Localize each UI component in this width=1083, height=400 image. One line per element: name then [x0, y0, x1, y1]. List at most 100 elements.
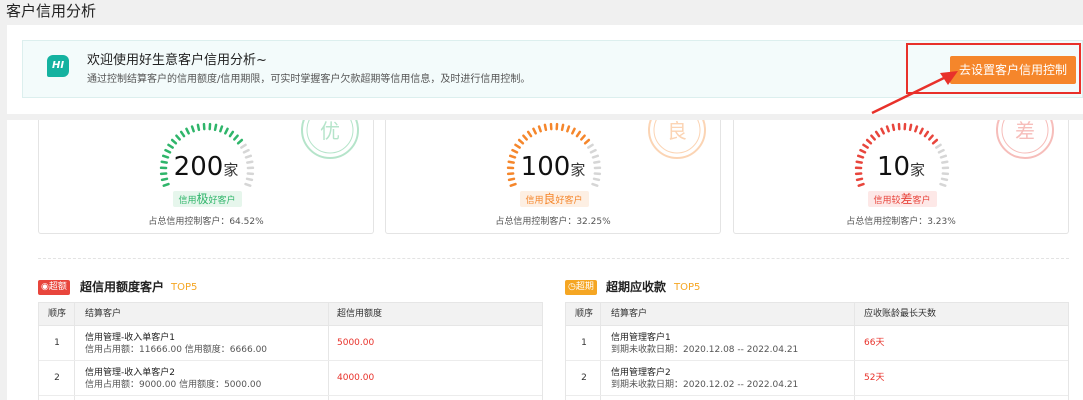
stat-count-number: 100	[520, 152, 571, 182]
gauge-tick	[935, 143, 942, 149]
over-limit-badge: ◉超额	[38, 280, 70, 295]
customer-name: 信用管理-收入单客户2	[85, 368, 175, 378]
gauge-tick	[914, 125, 919, 133]
stat-count: 200家	[39, 150, 373, 187]
page-title: 客户信用分析	[6, 2, 97, 20]
gauge-tick	[170, 138, 178, 145]
stat-percent: 占总信用控制客户：3.23%	[846, 217, 956, 227]
annotation-arrow-icon	[871, 71, 958, 115]
row-index: 2	[581, 373, 587, 383]
gauge-tick	[880, 127, 885, 135]
gauge-tick	[167, 143, 174, 149]
table-row[interactable]: 2 信用管理-收入单客户2 信用占用额：9000.00 信用额度：5000.00…	[39, 361, 542, 396]
gauge-tick	[185, 127, 190, 135]
stat-tag-prefix: 信用	[178, 196, 197, 206]
overdue-title: 超期应收款	[606, 280, 667, 294]
over-limit-badge-label: 超额	[48, 282, 67, 292]
gauge-tick	[236, 138, 244, 145]
column-header-days: 应收账龄最长天数	[864, 309, 937, 319]
gauge-tick	[213, 123, 218, 132]
gauge-tick	[240, 143, 247, 149]
over-limit-table-body: 1 信用管理-收入单客户1 信用占用额：11666.00 信用额度：6666.0…	[38, 326, 543, 400]
stat-count-unit: 家	[570, 161, 586, 179]
overdue-badge-label: 超期	[575, 282, 594, 292]
gauge-tick	[908, 123, 913, 132]
gauge-tick	[560, 123, 565, 132]
customer-name: 信用管理-收入单客户1	[85, 333, 175, 343]
column-header-order: 顺序	[575, 309, 594, 319]
stat-count-number: 10	[876, 152, 911, 182]
over-limit-title: 超信用额度客户	[80, 280, 165, 294]
gauge-tick	[928, 134, 934, 141]
customer-name: 信用管理客户1	[611, 333, 671, 343]
row-index: 1	[54, 338, 60, 348]
overdue-table-body: 1 信用管理客户1 到期未收款日期：2020.12.08 -- 2022.04.…	[565, 326, 1069, 400]
stat-tag: 信用极好客户	[172, 191, 242, 207]
table-row[interactable]: 1 信用管理客户1 到期未收款日期：2020.12.08 -- 2022.04.…	[566, 326, 1068, 361]
stat-tag-emphasis: 极	[196, 192, 209, 206]
overdue-days-value: 66天	[864, 338, 885, 348]
gauge-tick	[870, 134, 876, 141]
gauge-tick	[517, 138, 525, 145]
gauge-tick	[566, 125, 571, 133]
gauge-tick	[891, 123, 896, 132]
stat-tag: 信用良好客户	[519, 191, 589, 207]
gauge-tick	[224, 127, 229, 135]
overdue-badge: ◷超期	[565, 280, 597, 295]
stat-tag-suffix: 客户	[912, 196, 931, 206]
column-header-customer: 结算客户	[611, 309, 648, 319]
stat-card-poor: 差 10家 信用较差客户 占总信用控制客户：3.23%	[733, 120, 1069, 234]
gauge-tick	[179, 130, 186, 138]
gauge-tick	[583, 138, 591, 145]
stat-percent: 占总信用控制客户：64.52%	[148, 217, 264, 227]
column-header-over-limit: 超信用额度	[337, 309, 383, 319]
gauge-tick	[190, 125, 195, 133]
table-row[interactable]: 2 信用管理客户2 到期未收款日期：2020.12.02 -- 2022.04.…	[566, 361, 1068, 396]
column-header-order: 顺序	[48, 309, 67, 319]
row-index: 2	[54, 373, 60, 383]
welcome-description: 通过控制结算客户的信用额度/信用期限，可实时掌握客户欠款超期等信用信息，及时进行…	[87, 74, 531, 85]
hi-icon: HI	[47, 55, 69, 77]
gauge-tick	[514, 143, 521, 149]
gauge-tick	[233, 134, 239, 141]
gauge-tick	[862, 143, 869, 149]
credit-stamp-icon: 差	[1015, 120, 1035, 143]
customer-name: 信用管理客户2	[611, 368, 671, 378]
customer-credit-detail: 信用占用额：11666.00 信用额度：6666.00	[85, 345, 268, 355]
gauge-tick	[219, 125, 224, 133]
stat-count: 100家	[386, 150, 720, 187]
clock-icon: ◉	[41, 282, 49, 292]
stat-tag-suffix: 好客户	[208, 196, 236, 206]
stat-tag-prefix: 信用较	[873, 196, 901, 206]
overdue-date-range: 到期未收款日期：2020.12.02 -- 2022.04.21	[611, 380, 799, 390]
over-limit-value: 5000.00	[337, 338, 375, 348]
stat-count: 10家	[734, 150, 1068, 187]
stat-count-unit: 家	[910, 161, 926, 179]
gauge-tick	[580, 134, 586, 141]
gauge-tick	[175, 134, 181, 141]
overdue-table-header: 顺序 结算客户 应收账龄最长天数	[565, 302, 1069, 326]
column-header-customer: 结算客户	[85, 309, 122, 319]
overdue-top-label: TOP5	[674, 282, 701, 293]
stat-tag-prefix: 信用	[525, 196, 544, 206]
gauge-tick	[228, 130, 235, 138]
table-row[interactable]: 1 信用管理-收入单客户1 信用占用额：11666.00 信用额度：6666.0…	[39, 326, 542, 361]
gauge-tick	[865, 138, 873, 145]
stat-card-good: 良 100家 信用良好客户 占总信用控制客户：32.25%	[385, 120, 721, 234]
stat-card-excellent: 优 200家 信用极好客户 占总信用控制客户：64.52%	[38, 120, 374, 234]
stat-tag-suffix: 好客户	[555, 196, 583, 206]
gauge-tick	[526, 130, 533, 138]
gauge-tick	[196, 123, 201, 132]
overdue-days-value: 52天	[864, 373, 885, 383]
stat-tag: 信用较差客户	[867, 191, 937, 207]
credit-stamp-icon: 优	[320, 120, 340, 143]
gauge-tick	[874, 130, 881, 138]
stat-percent: 占总信用控制客户：32.25%	[495, 217, 611, 227]
welcome-text: 欢迎使用好生意客户信用分析~	[87, 53, 267, 68]
gauge-tick	[587, 143, 594, 149]
credit-stamp-icon: 良	[667, 120, 687, 143]
gauge-tick	[571, 127, 576, 135]
stat-tag-emphasis: 良	[543, 192, 556, 206]
gauge-tick	[923, 130, 930, 138]
clock-icon: ◷	[568, 282, 576, 292]
